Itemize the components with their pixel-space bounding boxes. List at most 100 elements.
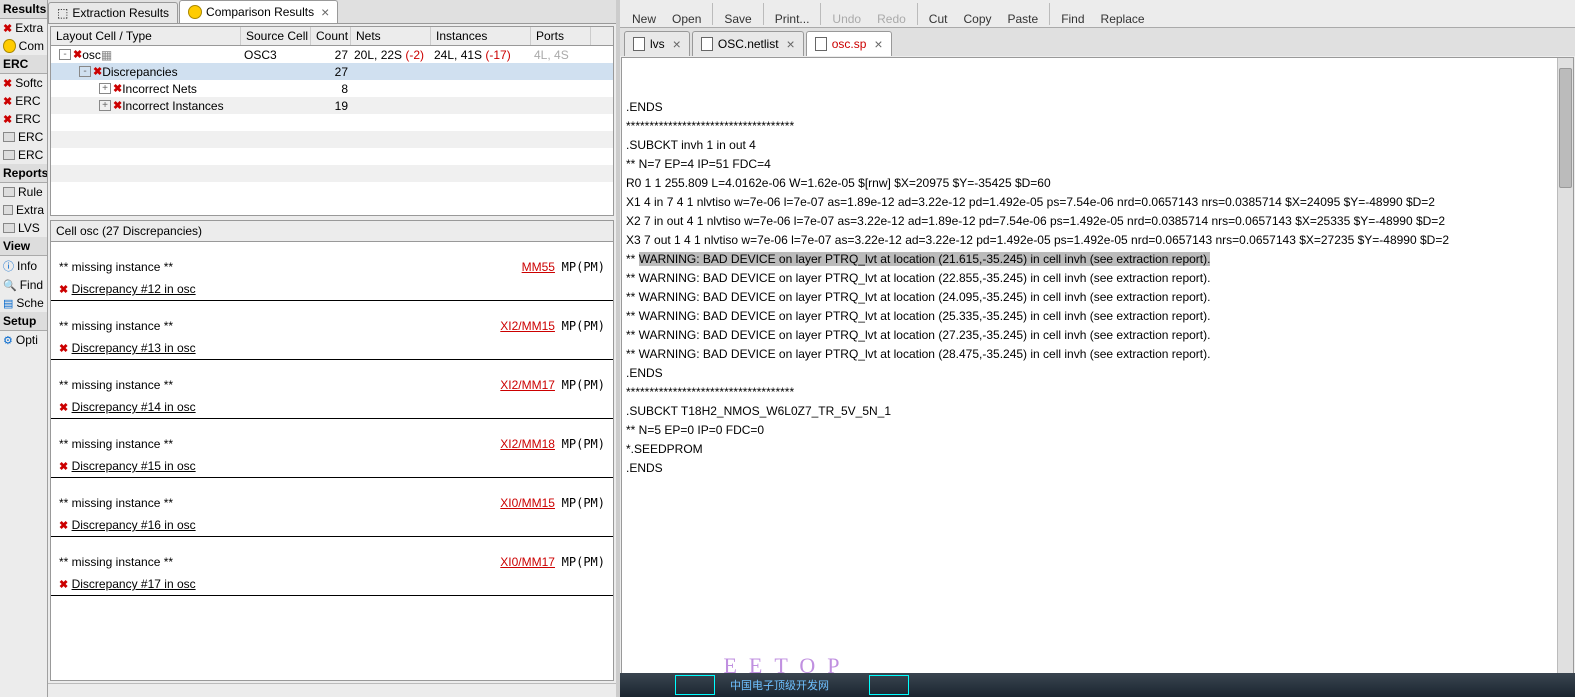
taskbar-icon[interactable] bbox=[675, 675, 715, 695]
nav-item-extra[interactable]: ✖Extra bbox=[0, 19, 47, 37]
editor-line[interactable]: ** WARNING: BAD DEVICE on layer PTRQ_lvt… bbox=[626, 288, 1569, 307]
editor-line[interactable]: ** N=7 EP=4 IP=51 FDC=4 bbox=[626, 155, 1569, 174]
editor-line[interactable]: .SUBCKT invh 1 in out 4 bbox=[626, 136, 1569, 155]
nav-item-rule[interactable]: Rule bbox=[0, 183, 47, 201]
editor-line[interactable]: X2 7 in out 4 1 nlvtiso w=7e-06 l=7e-07 … bbox=[626, 212, 1569, 231]
editor-line[interactable]: ** WARNING: BAD DEVICE on layer PTRQ_lvt… bbox=[626, 250, 1569, 269]
x-icon: ✖ bbox=[93, 65, 102, 78]
nav-item-opti[interactable]: ⚙Opti bbox=[0, 331, 47, 349]
editor-line[interactable]: ** WARNING: BAD DEVICE on layer PTRQ_lvt… bbox=[626, 326, 1569, 345]
editor-line[interactable] bbox=[626, 478, 1569, 497]
missing-text: ** missing instance ** bbox=[59, 496, 173, 510]
tree-cell bbox=[531, 71, 591, 73]
discrepancy-row[interactable]: ✖ Discrepancy #17 in osc bbox=[51, 573, 613, 596]
editor-line[interactable]: ************************************ bbox=[626, 117, 1569, 136]
tree-row[interactable]: -✖ osc ▦OSC32720L, 22S (-2)24L, 41S (-17… bbox=[51, 46, 613, 63]
tab-extraction-results[interactable]: ⬚Extraction Results bbox=[48, 2, 178, 23]
tree-column-header[interactable]: Instances bbox=[431, 27, 531, 45]
nav-item-erc[interactable]: ERC bbox=[0, 128, 47, 146]
discrepancy-row[interactable]: ✖ Discrepancy #14 in osc bbox=[51, 396, 613, 419]
discrepancy-tree[interactable]: Layout Cell / TypeSource CellCountNetsIn… bbox=[50, 26, 614, 216]
tree-column-header[interactable]: Count bbox=[311, 27, 351, 45]
tab-comparison-results[interactable]: Comparison Results× bbox=[179, 0, 338, 23]
nav-item-extra[interactable]: Extra bbox=[0, 201, 47, 219]
instance-link[interactable]: XI2/MM18 bbox=[500, 437, 555, 451]
find-button[interactable]: Find bbox=[1053, 11, 1092, 27]
discrepancy-row[interactable]: ✖ Discrepancy #13 in osc bbox=[51, 337, 613, 360]
expand-icon[interactable]: + bbox=[99, 83, 111, 94]
nav-item-erc[interactable]: ✖ERC bbox=[0, 110, 47, 128]
cell-icon: ▦ bbox=[101, 48, 112, 62]
paste-button[interactable]: Paste bbox=[1000, 11, 1047, 27]
nav-item-erc[interactable]: ERC bbox=[0, 146, 47, 164]
tree-column-header[interactable]: Source Cell bbox=[241, 27, 311, 45]
copy-button[interactable]: Copy bbox=[955, 11, 999, 27]
close-icon[interactable]: × bbox=[673, 36, 681, 52]
tree-row[interactable]: +✖ Incorrect Instances19 bbox=[51, 97, 613, 114]
nav-item-softc[interactable]: ✖Softc bbox=[0, 74, 47, 92]
editor-line[interactable]: .ENDS bbox=[626, 364, 1569, 383]
editor-textarea[interactable]: .ENDS***********************************… bbox=[621, 57, 1574, 676]
nav-item-erc[interactable]: ✖ERC bbox=[0, 92, 47, 110]
editor-line[interactable]: ** WARNING: BAD DEVICE on layer PTRQ_lvt… bbox=[626, 345, 1569, 364]
instance-link[interactable]: MM55 bbox=[522, 260, 555, 274]
editor-tab-osc-sp[interactable]: osc.sp× bbox=[806, 31, 892, 56]
scroll-thumb[interactable] bbox=[1559, 68, 1572, 188]
expand-icon[interactable]: - bbox=[79, 66, 91, 77]
instance-link[interactable]: XI0/MM15 bbox=[500, 496, 555, 510]
open-button[interactable]: Open bbox=[664, 11, 709, 27]
close-icon[interactable]: × bbox=[321, 4, 329, 20]
editor-tab-OSC-netlist[interactable]: OSC.netlist× bbox=[692, 31, 804, 56]
results-panel: ⬚Extraction ResultsComparison Results× L… bbox=[48, 0, 616, 697]
discrepancy-detail[interactable]: Cell osc (27 Discrepancies) ** missing i… bbox=[50, 220, 614, 681]
tree-column-header[interactable]: Layout Cell / Type bbox=[51, 27, 241, 45]
editor-line[interactable]: .ENDS bbox=[626, 459, 1569, 478]
print-button[interactable]: Print... bbox=[767, 11, 818, 27]
instance-link[interactable]: XI0/MM17 bbox=[500, 555, 555, 569]
editor-line[interactable]: .ENDS bbox=[626, 98, 1569, 117]
editor-line[interactable]: ** N=5 EP=0 IP=0 FDC=0 bbox=[626, 421, 1569, 440]
discrepancy-row[interactable]: ✖ Discrepancy #15 in osc bbox=[51, 455, 613, 478]
editor-line[interactable]: .SUBCKT T18H2_NMOS_W6L0Z7_TR_5V_5N_1 bbox=[626, 402, 1569, 421]
close-icon[interactable]: × bbox=[787, 36, 795, 52]
editor-tab-lvs[interactable]: lvs× bbox=[624, 31, 690, 56]
x-icon: ✖ bbox=[3, 77, 12, 90]
box-icon bbox=[3, 132, 15, 142]
toolbar-separator bbox=[712, 3, 713, 25]
nav-item-find[interactable]: 🔍Find bbox=[0, 276, 47, 294]
editor-line[interactable]: X1 4 in 7 4 1 nlvtiso w=7e-06 l=7e-07 as… bbox=[626, 193, 1569, 212]
bottom-scrollbar[interactable] bbox=[48, 683, 616, 697]
find-icon: 🔍 bbox=[3, 279, 17, 292]
nav-item-sche[interactable]: ▤Sche bbox=[0, 294, 47, 312]
tree-cell bbox=[241, 71, 311, 73]
editor-line[interactable]: R0 1 1 255.809 L=4.0162e-06 W=1.62e-05 $… bbox=[626, 174, 1569, 193]
editor-line[interactable]: ************************************ bbox=[626, 383, 1569, 402]
replace-button[interactable]: Replace bbox=[1093, 11, 1153, 27]
taskbar-icon[interactable] bbox=[869, 675, 909, 695]
editor-line[interactable]: ** WARNING: BAD DEVICE on layer PTRQ_lvt… bbox=[626, 307, 1569, 326]
vertical-scrollbar[interactable] bbox=[1557, 58, 1573, 675]
tree-column-header[interactable]: Nets bbox=[351, 27, 431, 45]
new-button[interactable]: New bbox=[624, 11, 664, 27]
discrepancy-row[interactable]: ✖ Discrepancy #16 in osc bbox=[51, 514, 613, 537]
expand-icon[interactable]: - bbox=[59, 49, 71, 60]
save-button[interactable]: Save bbox=[716, 11, 759, 27]
nav-item-info[interactable]: ⓘInfo bbox=[0, 256, 47, 276]
editor-line[interactable]: ** WARNING: BAD DEVICE on layer PTRQ_lvt… bbox=[626, 269, 1569, 288]
tree-column-header[interactable]: Ports bbox=[531, 27, 591, 45]
close-icon[interactable]: × bbox=[874, 36, 882, 52]
tree-cell bbox=[351, 105, 431, 107]
nav-item-com[interactable]: Com bbox=[0, 37, 47, 55]
expand-icon[interactable]: + bbox=[99, 100, 111, 111]
discrepancy-row[interactable]: ✖ Discrepancy #12 in osc bbox=[51, 278, 613, 301]
x-icon: ✖ bbox=[59, 343, 68, 355]
tree-row[interactable]: +✖ Incorrect Nets8 bbox=[51, 80, 613, 97]
instance-link[interactable]: XI2/MM17 bbox=[500, 378, 555, 392]
tree-row[interactable]: -✖ Discrepancies27 bbox=[51, 63, 613, 80]
editor-line[interactable]: *.SEEDPROM bbox=[626, 440, 1569, 459]
nav-item-lvs[interactable]: LVS bbox=[0, 219, 47, 237]
editor-line[interactable]: X3 7 out 1 4 1 nlvtiso w=7e-06 l=7e-07 a… bbox=[626, 231, 1569, 250]
cut-button[interactable]: Cut bbox=[921, 11, 956, 27]
instance-link[interactable]: XI2/MM15 bbox=[500, 319, 555, 333]
toolbar-label: Redo bbox=[877, 12, 906, 26]
